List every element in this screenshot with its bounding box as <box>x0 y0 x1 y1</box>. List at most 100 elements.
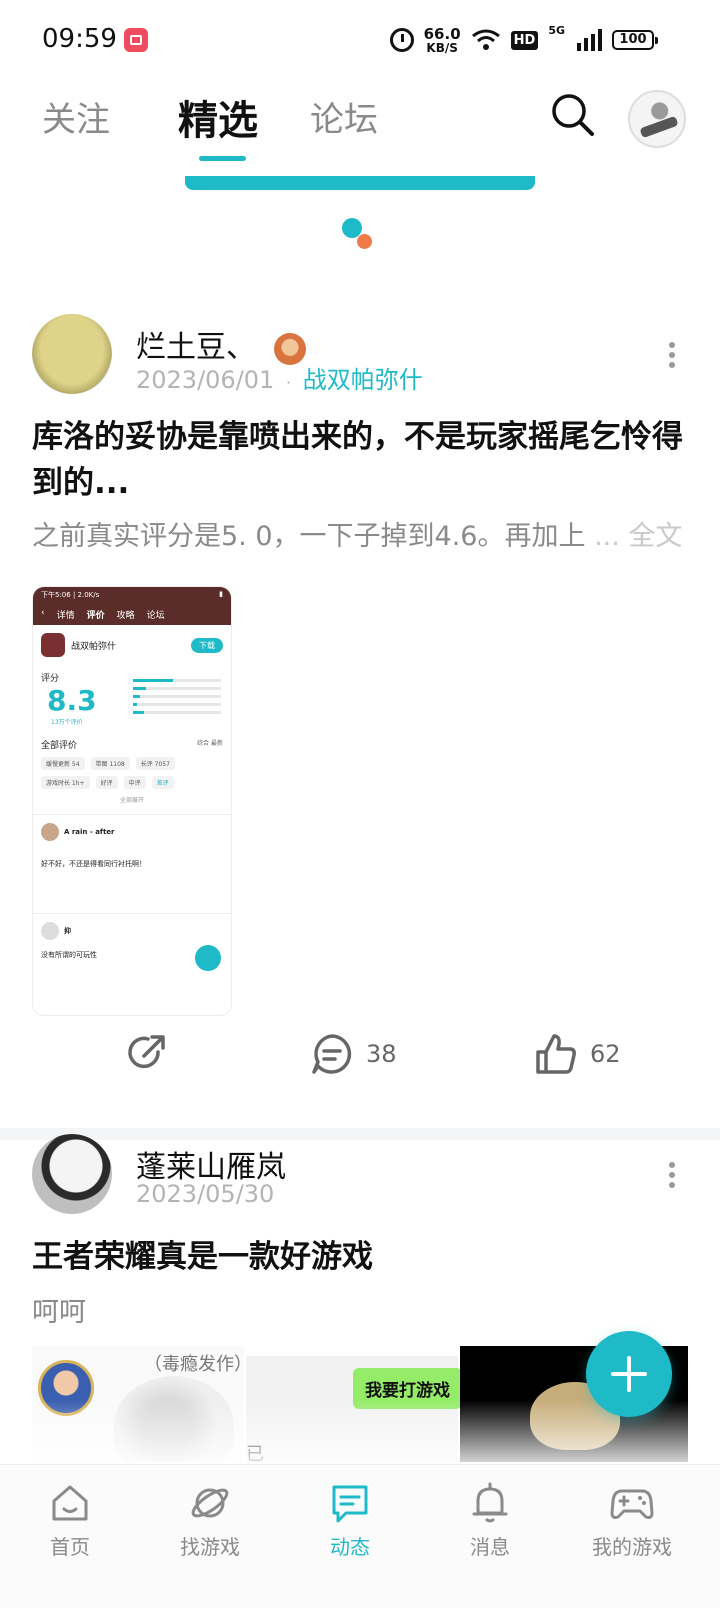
post-image[interactable]: 下午5:06 | 2.0K/s ▮ ‹ 详情 评价 攻略 论坛 战双帕弥什 下载 … <box>32 586 232 1016</box>
shot-chip: 缓慢更新 54 <box>41 757 85 770</box>
status-icons: 66.0 KB/S HD 5G 100 <box>389 24 658 56</box>
planet-icon <box>191 1488 229 1518</box>
feed-icon <box>332 1485 368 1523</box>
shot-sort: 最新 <box>210 740 223 747</box>
post-excerpt[interactable]: 呵呵 <box>32 1290 688 1329</box>
game-link[interactable]: 战双帕弥什 <box>303 366 423 394</box>
banner-edge <box>185 176 535 190</box>
active-tab-indicator <box>199 156 246 161</box>
post-meta: 2023/06/01 · 战双帕弥什 <box>136 360 423 395</box>
shot-chip: 带图 1108 <box>90 757 130 770</box>
nav-label: 找游戏 <box>180 1535 240 1559</box>
shot-chips: 缓慢更新 54 带图 1108 长评 7057 游戏时长 1h+ 好评 中评 差… <box>33 751 231 795</box>
wifi-icon <box>471 29 500 50</box>
loading-indicator <box>342 218 382 252</box>
share-button[interactable] <box>124 1032 168 1076</box>
shot-review: A rain - after 好不好，不还是得看同行衬托啊！ <box>33 814 231 877</box>
shot-tab: 攻略 <box>116 611 135 621</box>
comment-count: 38 <box>366 1040 397 1068</box>
battery-icon: 100 <box>612 30 658 50</box>
search-icon[interactable] <box>550 92 596 138</box>
tab-forum[interactable]: 论坛 <box>310 92 378 141</box>
nav-home[interactable]: 首页 <box>10 1481 130 1560</box>
thumbs-up-icon <box>536 1034 576 1074</box>
shot-game-name: 战双帕弥什 <box>71 641 117 652</box>
post-date: 2023/06/01 <box>136 366 275 394</box>
user-avatar[interactable] <box>628 90 686 148</box>
nav-feed[interactable]: 动态 <box>290 1481 410 1560</box>
more-options-icon[interactable] <box>668 1162 676 1188</box>
nav-label: 首页 <box>50 1535 90 1559</box>
post-actions: 38 62 <box>0 1020 720 1090</box>
shot-review-avatar <box>41 922 59 940</box>
shot-review-text: 好不好，不还是得看同行衬托啊！ <box>41 860 146 868</box>
status-bar: 09:59 66.0 KB/S HD 5G 100 <box>0 0 720 80</box>
nav-messages[interactable]: 消息 <box>430 1481 550 1560</box>
author-avatar[interactable] <box>32 314 112 394</box>
shot-chip: 长评 7057 <box>135 757 175 770</box>
shot-sort: 综合 <box>197 740 210 747</box>
network-speed-unit: KB/S <box>426 40 458 55</box>
shot-all-reviews: 全部评价 综合 最新 <box>33 732 231 751</box>
post-title[interactable]: 库洛的妥协是靠喷出来的，不是玩家摇尾乞怜得到的... <box>32 414 688 506</box>
tab-featured[interactable]: 精选 <box>178 88 258 146</box>
shot-review-user: 抑 <box>64 927 71 935</box>
post-title[interactable]: 王者荣耀真是一款好游戏 <box>32 1234 688 1280</box>
network-speed-value: 66.0 <box>423 24 461 43</box>
nav-my-games[interactable]: 我的游戏 <box>572 1481 692 1560</box>
shot-chip: 好评 <box>95 776 118 789</box>
post-excerpt-text: 之前真实评分是5. 0，一下子掉到4.6。再加上 <box>32 521 586 552</box>
full-text-link[interactable]: 全文 <box>628 521 682 552</box>
comment-button[interactable]: 38 <box>310 1032 397 1076</box>
alarm-icon <box>389 28 414 52</box>
bottom-nav: 首页 找游戏 动态 消息 我的游戏 <box>0 1464 720 1608</box>
nav-label: 动态 <box>330 1535 370 1559</box>
tab-follow[interactable]: 关注 <box>42 92 110 141</box>
feed-tabs: 关注 精选 论坛 <box>0 92 720 172</box>
bell-icon <box>472 1482 508 1523</box>
shot-game-row: 战双帕弥什 下载 <box>33 625 231 665</box>
shot-all-reviews-label: 全部评价 <box>41 741 78 751</box>
nav-label: 消息 <box>470 1535 510 1559</box>
shot-review-user: A rain - after <box>64 828 115 836</box>
meta-separator: · <box>285 373 292 392</box>
signal-icon <box>577 29 602 51</box>
shot-rating-bars <box>133 679 221 719</box>
shot-chip: 差评 <box>151 776 174 789</box>
author-avatar[interactable] <box>32 1134 112 1214</box>
shot-back-icon: ‹ <box>41 608 45 618</box>
shot-chip: 中评 <box>123 776 146 789</box>
comment-icon <box>312 1034 352 1074</box>
nav-find-games[interactable]: 找游戏 <box>150 1481 270 1560</box>
shot-pen-icon <box>195 945 221 971</box>
like-button[interactable]: 62 <box>534 1032 621 1076</box>
shot-chip: 游戏时长 1h+ <box>41 776 90 789</box>
post-divider <box>0 1128 720 1140</box>
like-count: 62 <box>590 1040 621 1068</box>
shot-battery-icon: ▮ <box>219 590 223 598</box>
shot-download: 下载 <box>191 637 223 653</box>
shot-review-avatar <box>41 823 59 841</box>
shot-tab: 评价 <box>86 611 105 621</box>
hd-badge: HD <box>510 30 539 50</box>
shot-status: 下午5:06 | 2.0K/s <box>41 591 100 599</box>
post-excerpt[interactable]: 之前真实评分是5. 0，一下子掉到4.6。再加上 ... 全文 <box>32 514 688 553</box>
home-icon <box>52 1485 88 1521</box>
gamepad-icon <box>610 1489 654 1519</box>
nav-label: 我的游戏 <box>592 1535 672 1559</box>
screen-record-icon <box>124 28 148 52</box>
share-icon <box>128 1035 165 1069</box>
shot-tab: 详情 <box>56 611 75 621</box>
shot-tab: 论坛 <box>146 611 165 621</box>
more-options-icon[interactable] <box>668 342 676 368</box>
create-post-button[interactable] <box>586 1331 672 1417</box>
shot-game-icon <box>41 633 65 657</box>
status-time: 09:59 <box>42 24 117 54</box>
network-speed: 66.0 KB/S <box>423 24 461 55</box>
shot-header: 下午5:06 | 2.0K/s ▮ ‹ 详情 评价 攻略 论坛 <box>33 587 231 625</box>
network-type: 5G <box>548 24 565 37</box>
shot-expand: 全部展开 <box>119 797 144 804</box>
post-date: 2023/05/30 <box>136 1180 275 1208</box>
excerpt-ellipsis: ... <box>594 521 620 552</box>
meme-caption: （毒瘾发作） <box>144 1354 244 1375</box>
